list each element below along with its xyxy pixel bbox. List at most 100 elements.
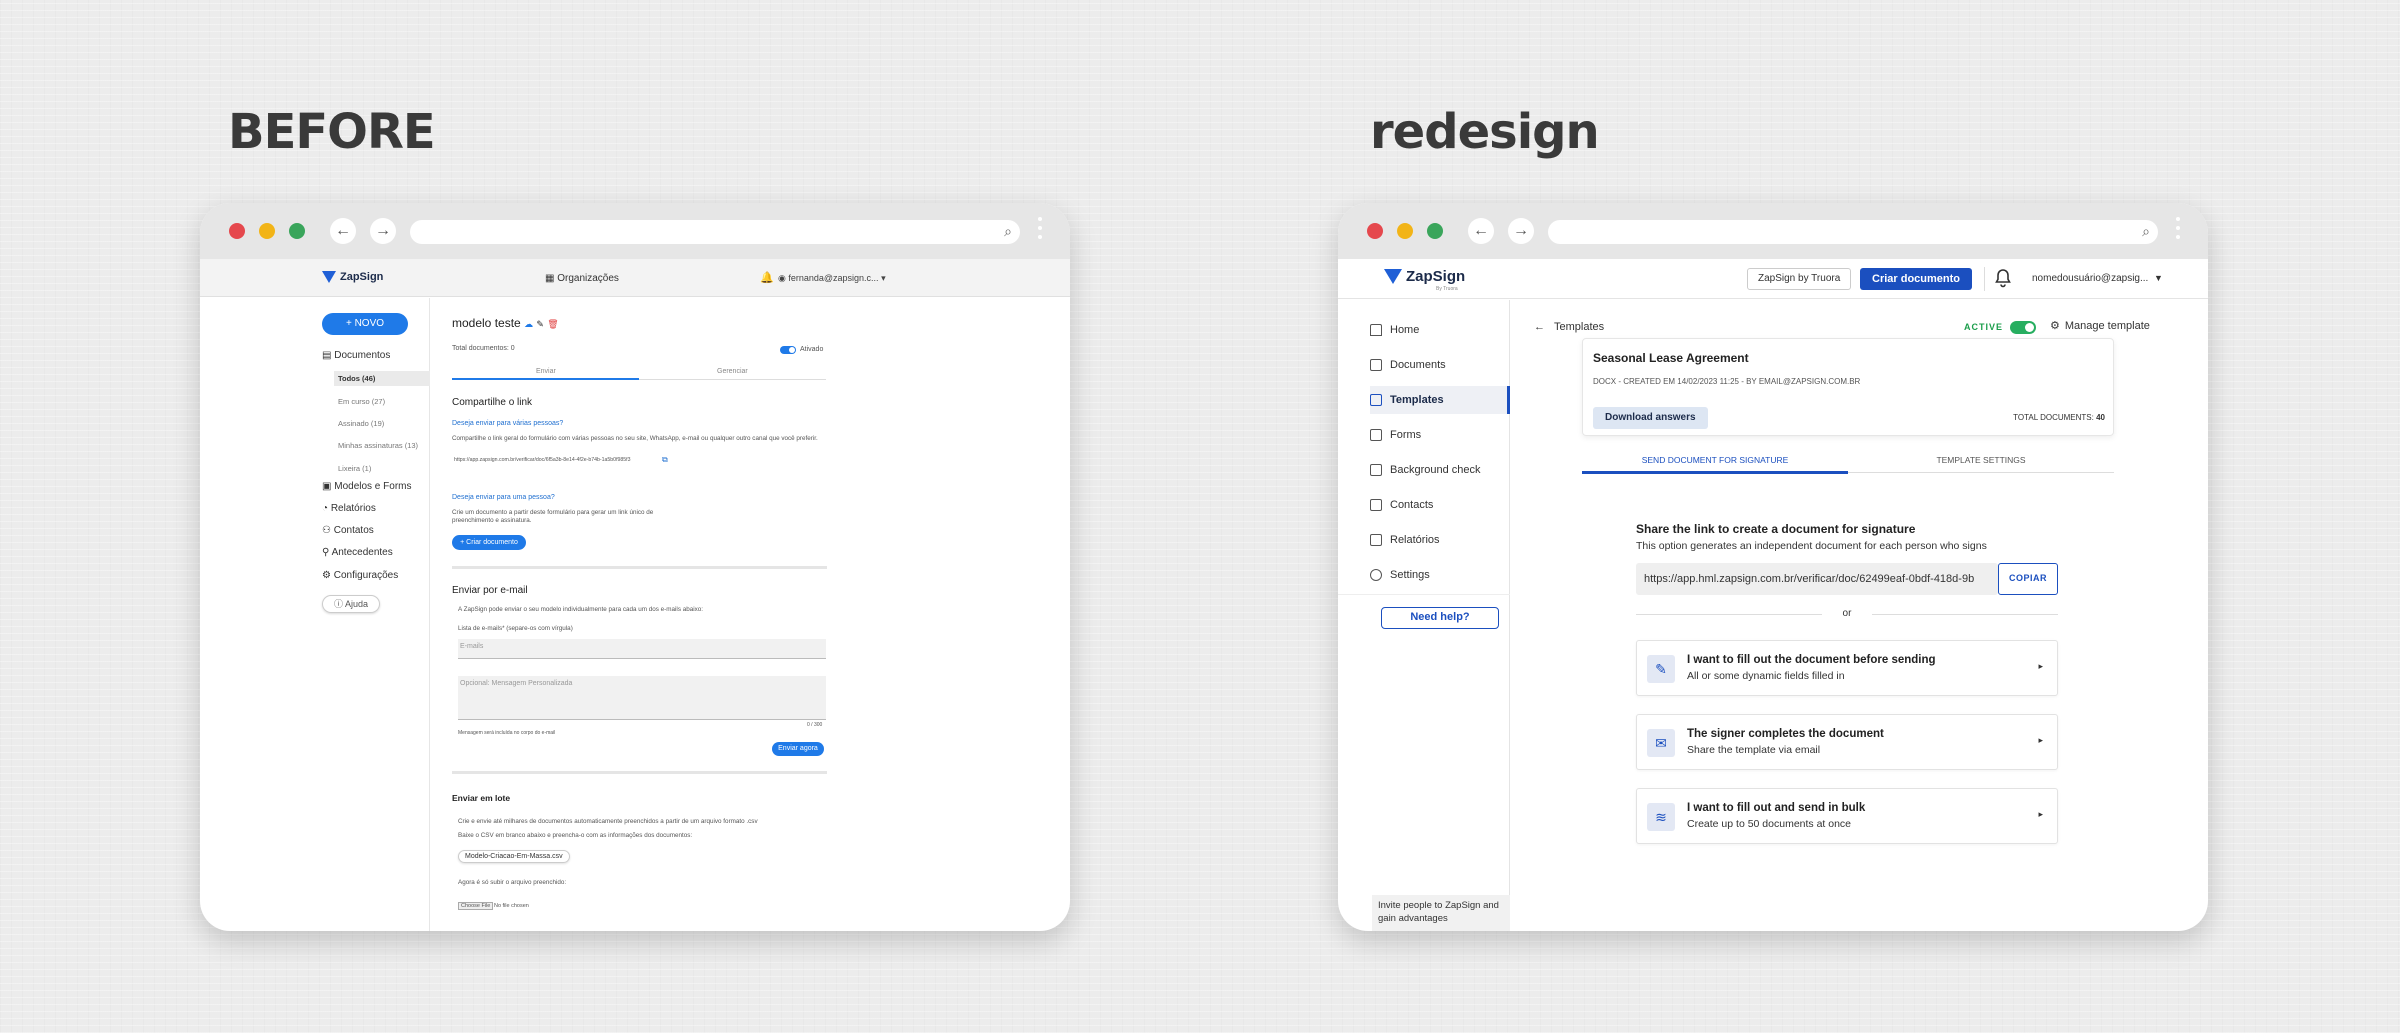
multi-person-desc: Compartilhe o link geral do formulário c… [452, 435, 818, 442]
sidebar-subitem-trash[interactable]: Lixeira (1) [338, 464, 371, 473]
sidebar-item-templates[interactable]: Templates [1370, 386, 1510, 414]
sidebar-item-settings[interactable]: Settings [1370, 561, 1510, 589]
option-send-in-bulk[interactable]: ≋ I want to fill out and send in bulk Cr… [1636, 788, 2058, 844]
browser-chrome: ← → ⌕ [1338, 203, 2208, 259]
multi-person-question[interactable]: Deseja enviar para várias pessoas? [452, 420, 563, 427]
sidebar-subitem-my-signatures[interactable]: Minhas assinaturas (13) [338, 441, 418, 450]
tab-manage[interactable]: Gerenciar [717, 368, 748, 375]
message-input[interactable]: Opcional: Mensagem Personalizada [458, 676, 826, 720]
user-menu[interactable]: nomedousuário@zapsig... [2032, 273, 2148, 284]
bulk-desc-2: Baixe o CSV em branco abaixo e preencha-… [458, 832, 693, 839]
share-link-subtitle: This option generates an independent doc… [1636, 540, 1987, 552]
sidebar-subitem-signed[interactable]: Assinado (19) [338, 419, 384, 428]
tab-send-document[interactable]: SEND DOCUMENT FOR SIGNATURE [1582, 455, 1848, 465]
back-arrow-icon[interactable]: ← [330, 218, 356, 244]
copy-icon[interactable]: ⧉ [662, 455, 668, 465]
browser-menu-icon[interactable] [2176, 217, 2180, 245]
create-document-button[interactable]: Criar documento [1860, 268, 1973, 290]
close-window-dot[interactable] [229, 223, 245, 239]
copy-button[interactable]: COPIAR [1998, 563, 2058, 595]
active-toggle[interactable] [2010, 321, 2036, 334]
close-window-dot[interactable] [1367, 223, 1383, 239]
sidebar-item-settings[interactable]: ⚙ Configurações [322, 570, 398, 581]
active-toggle[interactable] [780, 346, 796, 354]
tab-bar: Enviar Gerenciar [452, 366, 826, 380]
sidebar-item-home[interactable]: Home [1370, 316, 1510, 344]
sidebar-item-models[interactable]: ▣ Modelos e Forms [322, 481, 411, 492]
back-arrow-icon[interactable]: ← [1534, 321, 1545, 333]
need-help-button[interactable]: Need help? [1381, 607, 1499, 629]
option-subtitle: Create up to 50 documents at once [1687, 818, 1852, 830]
new-button[interactable]: + NOVO [322, 313, 408, 335]
chevron-right-icon: ▸ [2038, 809, 2043, 819]
gear-icon: ⚙ [2050, 320, 2060, 332]
sidebar-subitem-all[interactable]: Todos (46) [334, 371, 430, 386]
tab-bar: SEND DOCUMENT FOR SIGNATURE TEMPLATE SET… [1582, 453, 2114, 474]
sidebar-item-documents[interactable]: Documents [1370, 351, 1510, 379]
share-url[interactable]: https://app.zapsign.com.br/verificar/doc… [454, 457, 631, 463]
forms-icon [1370, 429, 1382, 441]
maximize-window-dot[interactable] [1427, 223, 1443, 239]
sidebar: Home Documents Templates Forms Backgroun… [1338, 300, 1510, 931]
tab-send[interactable]: Enviar [536, 368, 556, 375]
status-badge: ACTIVE [1964, 322, 2004, 332]
reports-icon [1370, 534, 1382, 546]
minimize-window-dot[interactable] [1397, 223, 1413, 239]
address-bar[interactable]: ⌕ [410, 220, 1020, 244]
download-answers-button[interactable]: Download answers [1593, 407, 1708, 429]
main-content: ← Templates ACTIVE ⚙ Manage template Seas… [1510, 300, 2208, 931]
send-now-button[interactable]: Enviar agora [772, 742, 824, 756]
invite-banner[interactable]: Invite people to ZapSign and gain advant… [1372, 895, 1510, 931]
sidebar: + NOVO ▤ Documentos Todos (46) Em curso … [200, 298, 430, 931]
breadcrumb[interactable]: Templates [1554, 321, 1604, 333]
help-button[interactable]: ⓘ Ajuda [322, 595, 380, 613]
trash-icon[interactable]: 🗑 [547, 319, 558, 329]
option-signer-completes[interactable]: ✉ The signer completes the document Shar… [1636, 714, 2058, 770]
sidebar-item-contacts[interactable]: Contacts [1370, 491, 1510, 519]
search-icon[interactable]: ⌕ [2142, 223, 2150, 240]
manage-template-button[interactable]: ⚙ Manage template [2050, 319, 2150, 333]
maximize-window-dot[interactable] [289, 223, 305, 239]
upload-label: Agora é só subir o arquivo preenchido: [458, 879, 567, 886]
forward-arrow-icon[interactable]: → [370, 218, 396, 244]
template-card: Seasonal Lease Agreement DOCX - CREATED … [1582, 338, 2114, 436]
cloud-icon[interactable]: ☁ [524, 319, 533, 329]
create-document-button[interactable]: + Criar documento [452, 535, 526, 550]
forward-arrow-icon[interactable]: → [1508, 218, 1534, 244]
share-link-title: Share the link to create a document for … [1636, 522, 1916, 536]
message-note: Mensagem será incluída no corpo do e-mai… [458, 730, 556, 736]
header-divider [1984, 267, 1985, 291]
option-fill-before-sending[interactable]: ✎ I want to fill out the document before… [1636, 640, 2058, 696]
browser-menu-icon[interactable] [1038, 217, 1042, 245]
organizations-link[interactable]: ▦ Organizações [545, 273, 619, 284]
active-tab-indicator [452, 378, 639, 380]
sidebar-item-forms[interactable]: Forms [1370, 421, 1510, 449]
csv-template-button[interactable]: Modelo-Criacao-Em-Massa.csv [458, 850, 570, 863]
sidebar-item-reports[interactable]: Relatórios [1370, 526, 1510, 554]
chevron-down-icon[interactable]: ▼ [2154, 273, 2163, 283]
tab-template-settings[interactable]: TEMPLATE SETTINGS [1848, 455, 2114, 465]
address-bar[interactable]: ⌕ [1548, 220, 2158, 244]
pencil-icon: ✎ [1647, 655, 1675, 683]
sidebar-item-contacts[interactable]: ⚇ Contatos [322, 525, 374, 536]
zapsign-logo[interactable]: ZapSign By Truora [1384, 268, 1465, 292]
sidebar-subitem-in-progress[interactable]: Em curso (27) [338, 397, 385, 406]
share-url-field[interactable]: https://app.hml.zapsign.com.br/verificar… [1636, 563, 1998, 595]
zapsign-logo[interactable]: ZapSign [322, 271, 383, 283]
user-menu[interactable]: ◉ fernanda@zapsign.c... ▾ [778, 273, 886, 284]
back-arrow-icon[interactable]: ← [1468, 218, 1494, 244]
search-icon[interactable]: ⌕ [1004, 223, 1012, 240]
bell-icon[interactable]: 🔔 [760, 271, 774, 284]
bell-icon[interactable] [1994, 268, 2012, 288]
sidebar-item-background-check[interactable]: Background check [1370, 456, 1510, 484]
sidebar-item-background[interactable]: ⚲ Antecedentes [322, 547, 393, 558]
sidebar-item-documents[interactable]: ▤ Documentos [322, 350, 390, 361]
single-person-question[interactable]: Deseja enviar para uma pessoa? [452, 494, 555, 501]
minimize-window-dot[interactable] [259, 223, 275, 239]
edit-icon[interactable]: ✎ [536, 319, 544, 329]
choose-file-button[interactable]: Choose File [458, 902, 494, 910]
email-input[interactable]: E-mails [458, 639, 826, 659]
zapsign-by-truora-button[interactable]: ZapSign by Truora [1747, 268, 1852, 290]
sidebar-item-reports[interactable]: ◔ Relatórios [322, 503, 376, 514]
home-icon [1370, 324, 1382, 336]
